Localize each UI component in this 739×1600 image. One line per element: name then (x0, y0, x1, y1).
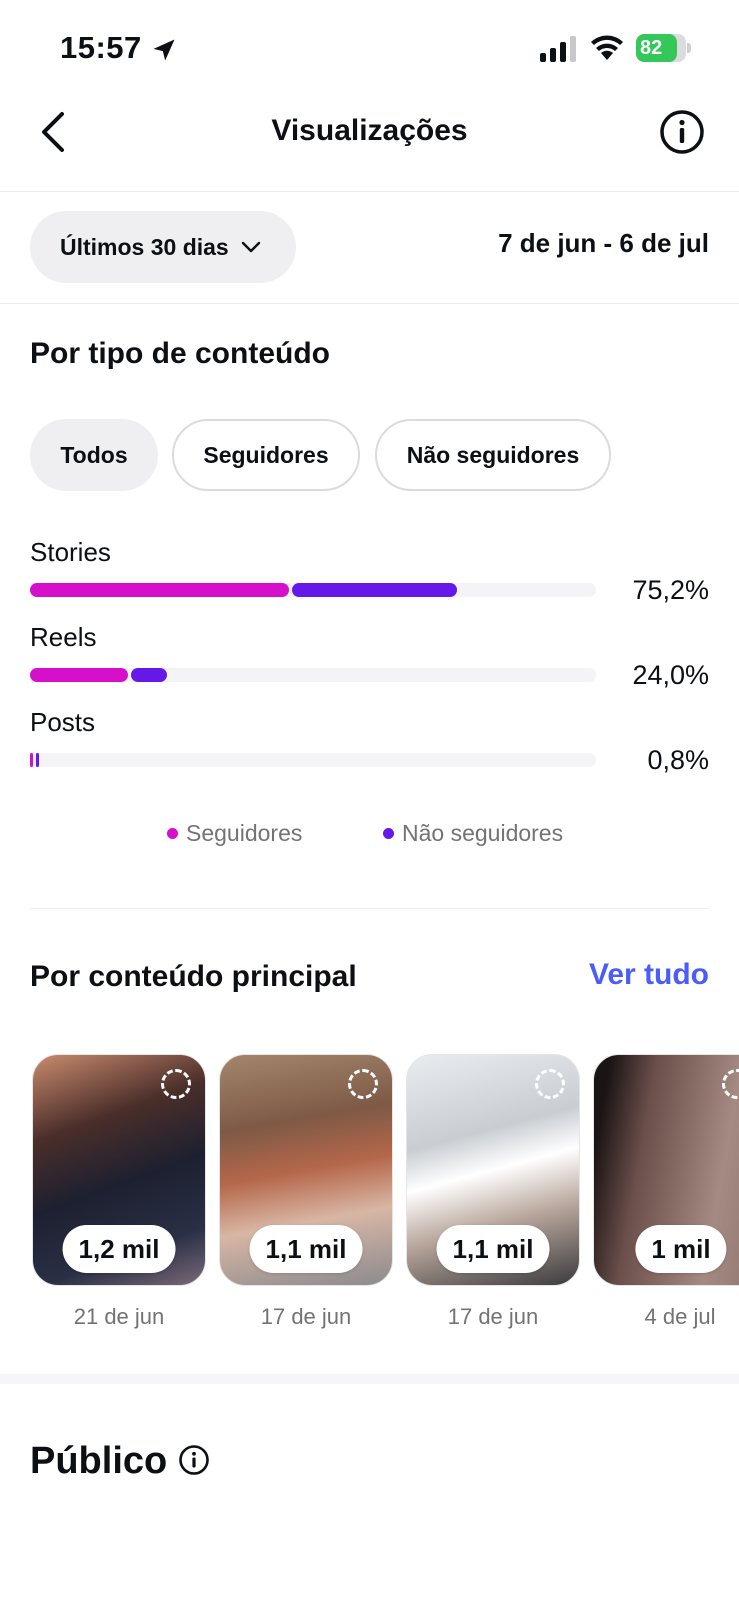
content-thumbnail[interactable]: 1 mil (593, 1054, 739, 1286)
battery-icon: 82 (636, 34, 692, 62)
bar-segment-stories-non-followers (292, 583, 458, 597)
legend-followers: Seguidores (167, 820, 302, 847)
legend-dot-followers (167, 828, 178, 839)
bar-track-reels (30, 668, 596, 682)
view-count: 1,2 mil (62, 1225, 176, 1273)
chip-followers[interactable]: Seguidores (172, 419, 360, 491)
info-icon[interactable] (658, 108, 706, 156)
content-date: 17 de jun (447, 1304, 539, 1329)
see-all-link[interactable]: Ver tudo (589, 958, 709, 992)
bar-track-posts (30, 753, 596, 767)
legend-label-non-followers: Não seguidores (402, 820, 564, 846)
bar-track-stories (30, 583, 596, 597)
bar-value-stories: 75,2% (632, 575, 709, 605)
content-date: 4 de jul (644, 1304, 716, 1329)
info-icon[interactable] (178, 1444, 210, 1476)
period-dropdown[interactable]: Últimos 30 dias (30, 211, 296, 283)
bar-label-posts: Posts (30, 707, 96, 737)
legend-label-followers: Seguidores (186, 820, 303, 846)
status-time: 15:57 (60, 30, 142, 65)
bar-label-reels: Reels (30, 622, 97, 652)
section-title-top-content: Por conteúdo principal (30, 960, 357, 993)
nav-bar: Visualizações (0, 96, 739, 192)
battery-level: 82 (640, 37, 663, 59)
chevron-down-icon (241, 241, 260, 253)
section-title-audience: Público (30, 1440, 168, 1482)
loading-icon (722, 1069, 739, 1099)
view-count: 1 mil (635, 1225, 727, 1273)
content-thumbnail[interactable]: 1,1 mil (406, 1054, 580, 1286)
loading-icon (348, 1069, 378, 1099)
bar-segment-reels-followers (30, 668, 129, 682)
status-bar: 15:57 82 (0, 0, 739, 96)
bar-segment-reels-non-followers (131, 668, 168, 682)
chip-non-followers[interactable]: Não seguidores (375, 419, 611, 491)
date-range: 7 de jun - 6 de jul (498, 228, 709, 258)
loading-icon (161, 1069, 191, 1099)
location-arrow-icon (153, 39, 175, 61)
view-count: 1,1 mil (436, 1225, 550, 1273)
section-separator (0, 1374, 739, 1384)
bar-segment-posts-followers (30, 753, 33, 767)
bar-segment-stories-followers (30, 583, 290, 597)
cellular-signal-icon (540, 36, 576, 62)
bar-segment-posts-non-followers (36, 753, 39, 767)
view-count: 1,1 mil (249, 1225, 363, 1273)
page-title: Visualizações (271, 114, 468, 147)
content-date: 17 de jun (260, 1304, 352, 1329)
divider (30, 908, 709, 909)
content-thumbnail[interactable]: 1,1 mil (219, 1054, 393, 1286)
legend-non-followers: Não seguidores (383, 820, 563, 847)
loading-icon (535, 1069, 565, 1099)
filter-row: Últimos 30 dias 7 de jun - 6 de jul (0, 192, 739, 304)
bar-value-reels: 24,0% (632, 660, 709, 690)
content-date: 21 de jun (73, 1304, 165, 1329)
content-thumbnail[interactable]: 1,2 mil (32, 1054, 206, 1286)
bar-label-stories: Stories (30, 537, 111, 567)
section-title-content-type: Por tipo de conteúdo (30, 337, 330, 370)
period-label: Últimos 30 dias (60, 233, 229, 260)
chip-all[interactable]: Todos (30, 419, 158, 491)
wifi-icon (591, 35, 623, 60)
bar-value-posts: 0,8% (647, 745, 709, 775)
legend-dot-non-followers (383, 828, 394, 839)
